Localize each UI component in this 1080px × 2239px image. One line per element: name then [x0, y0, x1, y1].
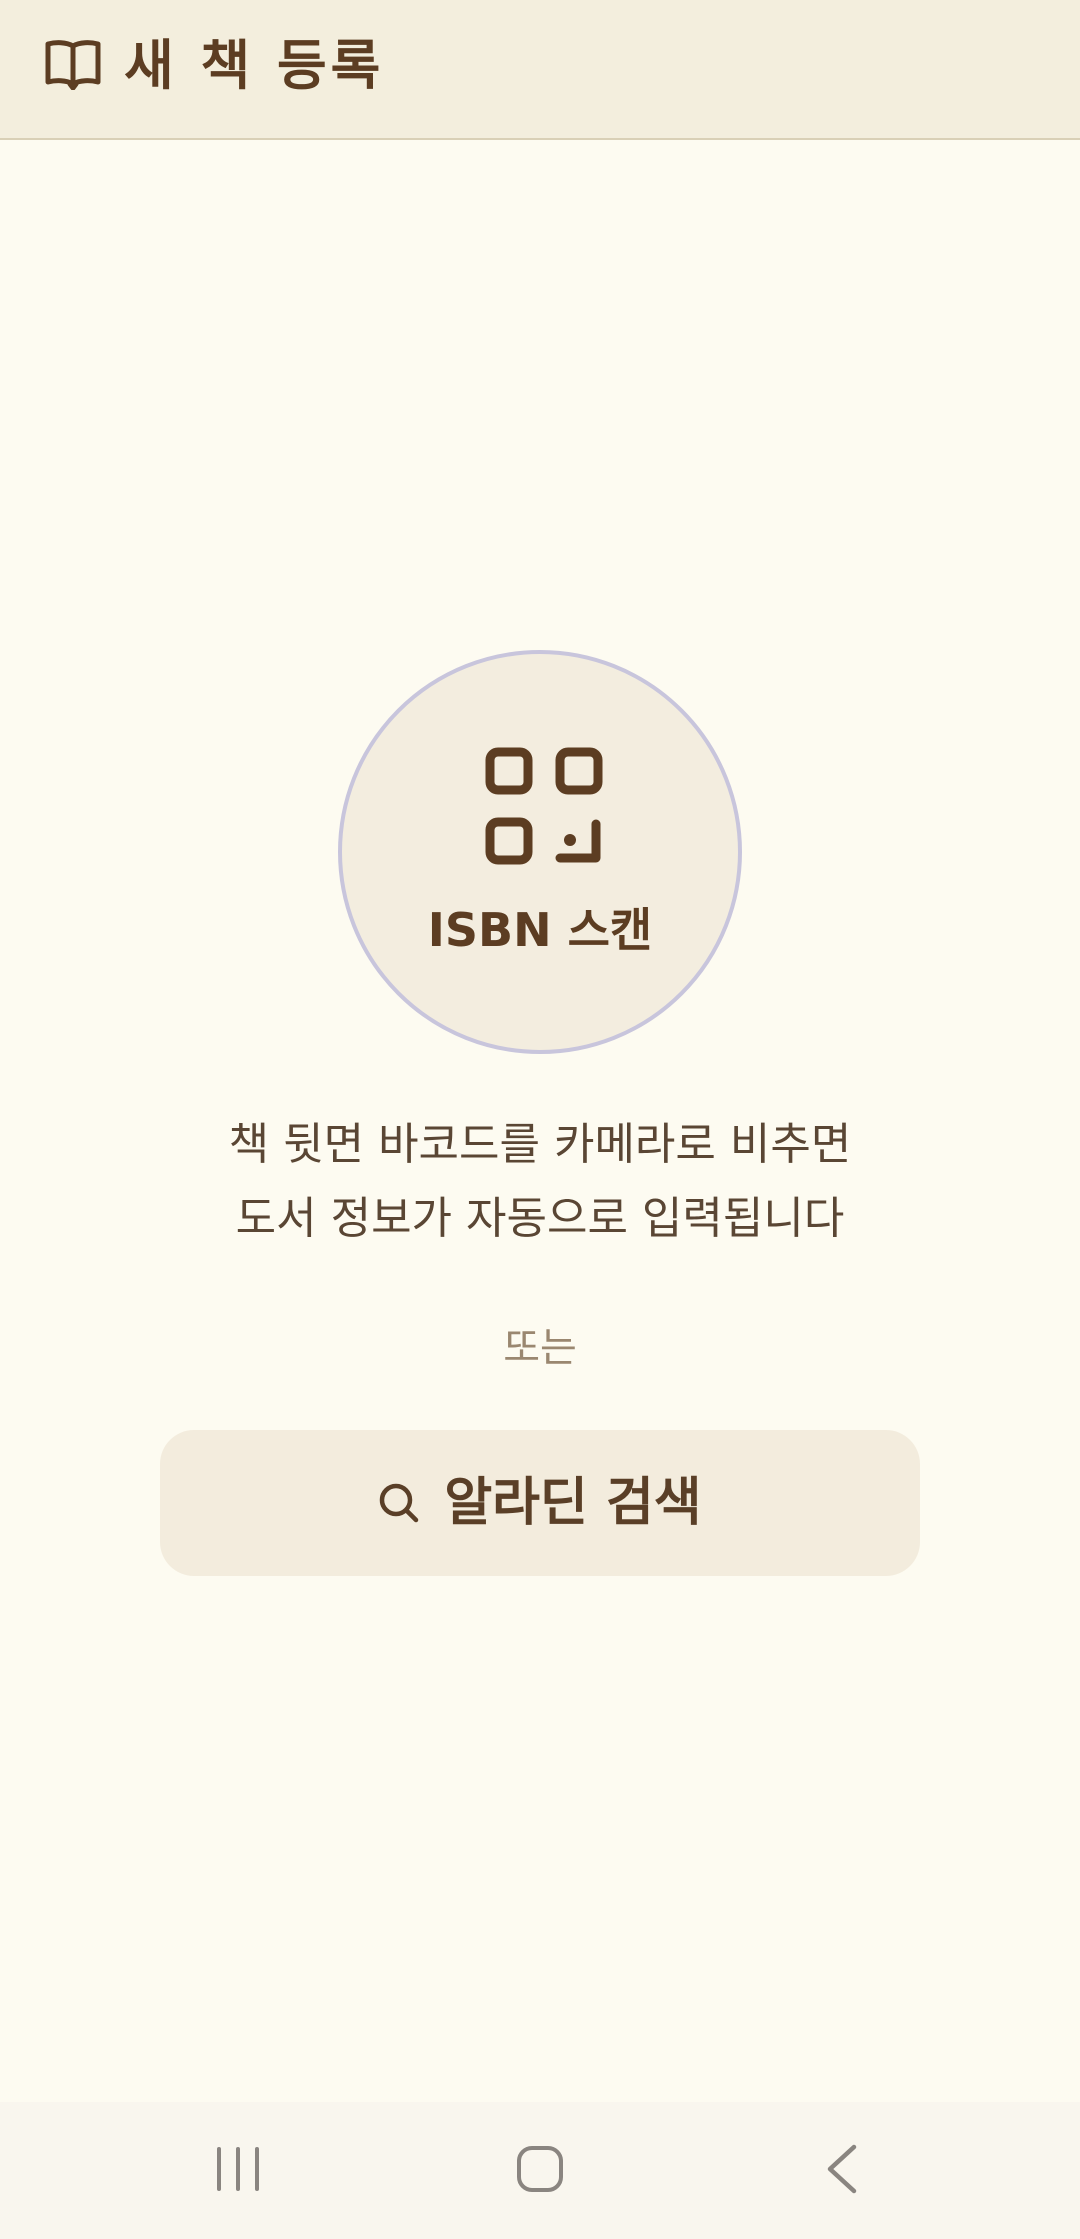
system-nav-bar [0, 2102, 1080, 2239]
recent-apps-button[interactable] [138, 2102, 338, 2239]
back-button[interactable] [742, 2102, 942, 2239]
qr-code-icon [484, 746, 604, 866]
description-line-1: 책 뒷면 바코드를 카메라로 비추면 [228, 1119, 852, 1170]
isbn-scan-button[interactable]: ISBN 스캔 [338, 650, 742, 1054]
aladin-search-button[interactable]: 알라딘 검색 [160, 1430, 920, 1576]
app-header: 새 책 등록 [0, 0, 1080, 140]
page-title: 새 책 등록 [124, 34, 385, 97]
scan-description: 책 뒷면 바코드를 카메라로 비추면 도서 정보가 자동으로 입력됩니다 [0, 1108, 1080, 1256]
search-icon [378, 1482, 420, 1524]
description-line-2: 도서 정보가 자동으로 입력됩니다 [235, 1193, 845, 1244]
aladin-search-label: 알라딘 검색 [444, 1473, 702, 1533]
recent-apps-icon [213, 2145, 263, 2197]
book-open-icon [44, 38, 102, 91]
home-icon [515, 2144, 565, 2198]
home-button[interactable] [440, 2102, 640, 2239]
or-divider-text: 또는 [503, 1325, 577, 1371]
isbn-scan-label: ISBN 스캔 [427, 903, 653, 957]
back-icon [824, 2143, 860, 2199]
